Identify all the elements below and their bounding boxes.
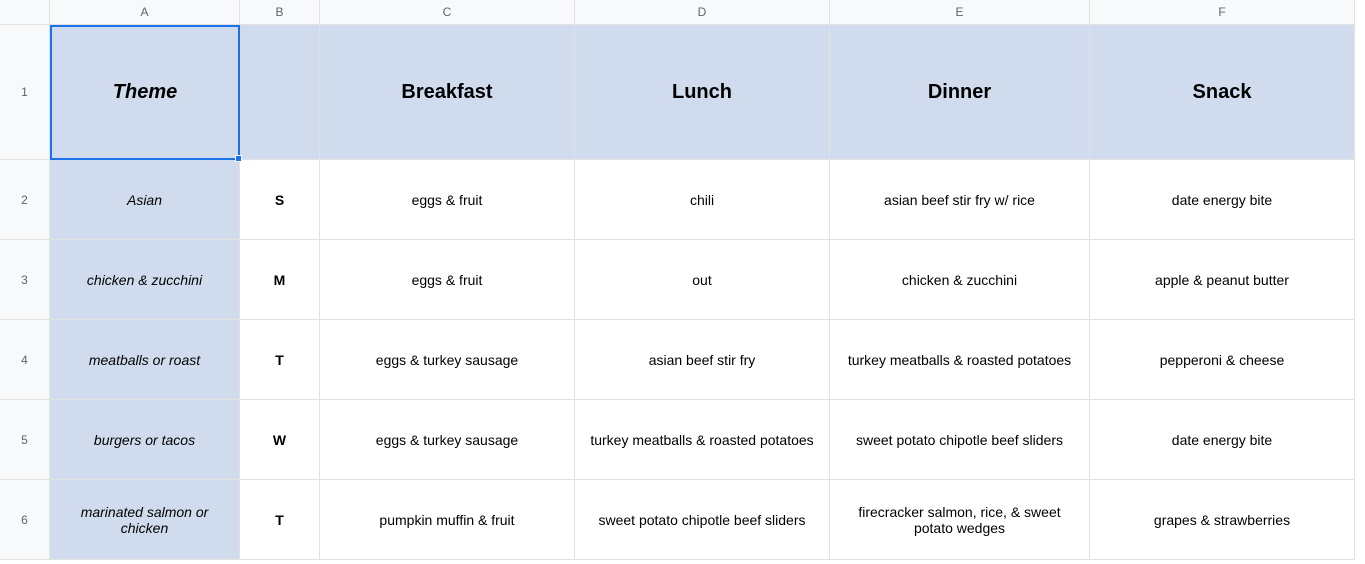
col-header-c[interactable]: C <box>320 0 575 25</box>
cell-f6[interactable]: grapes & strawberries <box>1090 480 1355 560</box>
cell-c3[interactable]: eggs & fruit <box>320 240 575 320</box>
selection-handle[interactable] <box>235 155 242 162</box>
cell-f4[interactable]: pepperoni & cheese <box>1090 320 1355 400</box>
col-header-f[interactable]: F <box>1090 0 1355 25</box>
cell-e5[interactable]: sweet potato chipotle beef sliders <box>830 400 1090 480</box>
row-header-1[interactable]: 1 <box>0 25 50 160</box>
cell-c5[interactable]: eggs & turkey sausage <box>320 400 575 480</box>
header-theme: Theme <box>113 81 177 104</box>
cell-f1[interactable]: Snack <box>1090 25 1355 160</box>
row-header-4[interactable]: 4 <box>0 320 50 400</box>
cell-f3[interactable]: apple & peanut butter <box>1090 240 1355 320</box>
cell-c1[interactable]: Breakfast <box>320 25 575 160</box>
row-header-6[interactable]: 6 <box>0 480 50 560</box>
cell-c2[interactable]: eggs & fruit <box>320 160 575 240</box>
cell-d6[interactable]: sweet potato chipotle beef sliders <box>575 480 830 560</box>
cell-b5[interactable]: W <box>240 400 320 480</box>
col-header-a[interactable]: A <box>50 0 240 25</box>
cell-b4[interactable]: T <box>240 320 320 400</box>
cell-a1[interactable]: Theme <box>50 25 240 160</box>
cell-a4[interactable]: meatballs or roast <box>50 320 240 400</box>
spreadsheet-grid[interactable]: A B C D E F 1 Theme Breakfast Lunch Dinn… <box>0 0 1365 560</box>
cell-d3[interactable]: out <box>575 240 830 320</box>
cell-b2[interactable]: S <box>240 160 320 240</box>
row-header-2[interactable]: 2 <box>0 160 50 240</box>
col-header-e[interactable]: E <box>830 0 1090 25</box>
cell-e2[interactable]: asian beef stir fry w/ rice <box>830 160 1090 240</box>
cell-c4[interactable]: eggs & turkey sausage <box>320 320 575 400</box>
cell-a3[interactable]: chicken & zucchini <box>50 240 240 320</box>
cell-e6[interactable]: firecracker salmon, rice, & sweet potato… <box>830 480 1090 560</box>
row-header-3[interactable]: 3 <box>0 240 50 320</box>
select-all-corner[interactable] <box>0 0 50 25</box>
cell-e4[interactable]: turkey meatballs & roasted potatoes <box>830 320 1090 400</box>
cell-d2[interactable]: chili <box>575 160 830 240</box>
cell-a5[interactable]: burgers or tacos <box>50 400 240 480</box>
cell-d5[interactable]: turkey meatballs & roasted potatoes <box>575 400 830 480</box>
col-header-b[interactable]: B <box>240 0 320 25</box>
row-header-5[interactable]: 5 <box>0 400 50 480</box>
cell-b6[interactable]: T <box>240 480 320 560</box>
cell-e3[interactable]: chicken & zucchini <box>830 240 1090 320</box>
cell-a6[interactable]: marinated salmon or chicken <box>50 480 240 560</box>
cell-d1[interactable]: Lunch <box>575 25 830 160</box>
cell-f2[interactable]: date energy bite <box>1090 160 1355 240</box>
cell-b1[interactable] <box>240 25 320 160</box>
cell-f5[interactable]: date energy bite <box>1090 400 1355 480</box>
col-header-d[interactable]: D <box>575 0 830 25</box>
cell-e1[interactable]: Dinner <box>830 25 1090 160</box>
cell-b3[interactable]: M <box>240 240 320 320</box>
cell-d4[interactable]: asian beef stir fry <box>575 320 830 400</box>
cell-a2[interactable]: Asian <box>50 160 240 240</box>
cell-c6[interactable]: pumpkin muffin & fruit <box>320 480 575 560</box>
